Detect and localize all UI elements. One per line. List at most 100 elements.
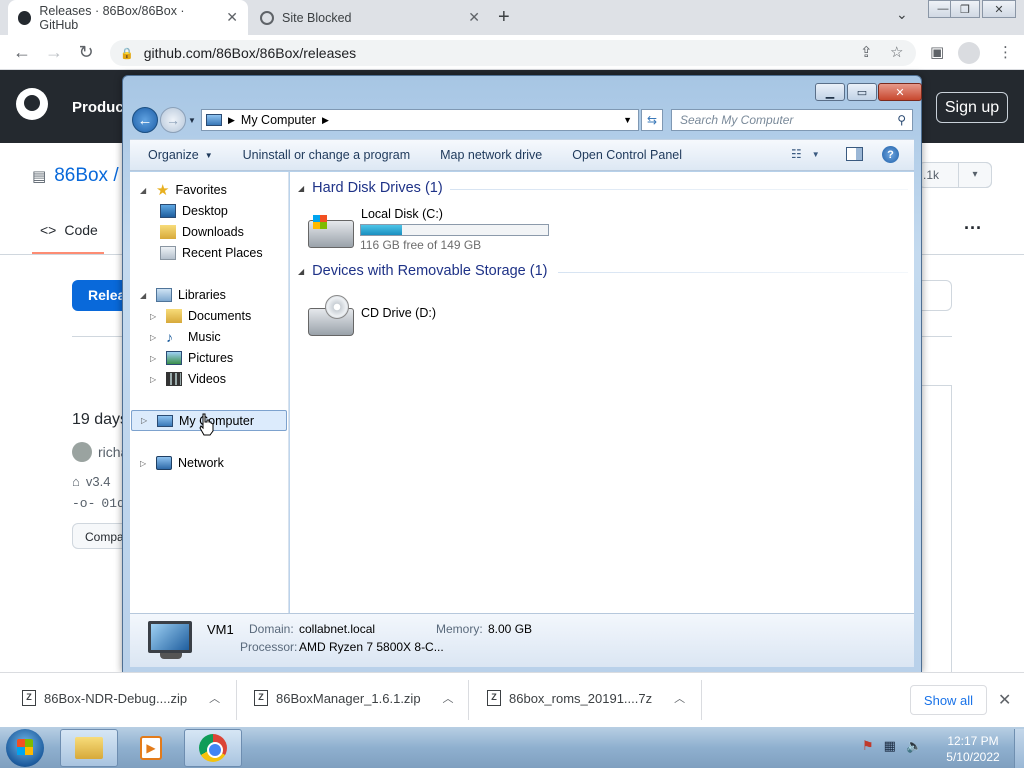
release-tag[interactable]: ⌂ v3.4 [72, 474, 110, 489]
signup-button[interactable]: Sign up [936, 92, 1008, 123]
star-icon: ★ [156, 182, 170, 199]
change-view-button[interactable]: ☷ ▼ [791, 147, 820, 161]
products-menu[interactable]: Produc [72, 99, 124, 116]
breadcrumb-separator-icon[interactable]: ▶ [228, 115, 235, 126]
side-panel-icon[interactable]: ▣ [930, 43, 944, 61]
collapse-group-icon[interactable]: ◢ [298, 184, 304, 193]
collapsed-arrow-icon[interactable]: ▷ [150, 375, 160, 384]
group-hard-disk-drives[interactable]: ◢ Hard Disk Drives (1) [298, 180, 443, 196]
tab-site-blocked[interactable]: Site Blocked ✕ [250, 0, 490, 35]
explorer-address-bar[interactable]: ▶ My Computer ▶ ▼ [201, 109, 639, 131]
nav-favorites[interactable]: ◢ ★ Favorites [140, 180, 227, 200]
tab-code[interactable]: <> Code [40, 222, 98, 238]
more-icon[interactable]: ··· [964, 218, 982, 239]
organize-label: Organize [148, 148, 199, 162]
reload-icon[interactable]: ↻ [76, 42, 96, 63]
downloads-folder-icon [160, 225, 176, 239]
start-button[interactable] [6, 729, 44, 767]
back-icon[interactable]: ← [12, 42, 32, 63]
collapsed-arrow-icon[interactable]: ▷ [150, 312, 160, 321]
address-dropdown-icon[interactable]: ▼ [623, 115, 632, 125]
show-desktop-button[interactable] [1014, 729, 1024, 768]
search-icon[interactable]: ⚲ [897, 113, 906, 127]
close-downloads-bar-icon[interactable]: ✕ [998, 690, 1011, 710]
menu-kebab-icon[interactable]: ⋮ [998, 43, 1013, 61]
maximize-browser-button[interactable]: ❐ [950, 0, 980, 18]
collapsed-arrow-icon[interactable]: ▷ [150, 354, 160, 363]
tab-releases[interactable]: Releases · 86Box/86Box · GitHub ✕ [8, 0, 248, 35]
forward-icon[interactable]: → [160, 107, 186, 133]
tab-search-icon[interactable]: ⌄ [896, 6, 908, 23]
map-network-drive-button[interactable]: Map network drive [440, 148, 542, 162]
drive-c-name[interactable]: Local Disk (C:) [361, 207, 443, 221]
release-date: 19 days [72, 411, 129, 428]
open-control-panel-button[interactable]: Open Control Panel [572, 148, 682, 162]
minimize-window-button[interactable]: ▁ [815, 83, 845, 101]
drive-d-name[interactable]: CD Drive (D:) [361, 306, 436, 320]
download-name: 86BoxManager_1.6.1.zip [276, 690, 421, 706]
bookmark-star-icon[interactable]: ☆ [890, 43, 903, 61]
action-center-icon[interactable]: ⚑ [862, 738, 874, 754]
close-tab-icon[interactable]: ✕ [468, 9, 480, 26]
uninstall-program-button[interactable]: Uninstall or change a program [243, 148, 410, 162]
group-removable-storage[interactable]: ◢ Devices with Removable Storage (1) [298, 263, 547, 279]
search-releases-input[interactable] [922, 280, 952, 311]
volume-icon[interactable]: 🔈 [906, 738, 922, 754]
breadcrumb-separator-icon[interactable]: ▶ [322, 115, 329, 126]
collapsed-arrow-icon[interactable]: ▷ [141, 416, 151, 425]
nav-recent-places[interactable]: Recent Places [160, 243, 263, 263]
address-bar[interactable]: 🔒 github.com/86Box/86Box/releases [110, 40, 916, 66]
hard-drive-icon[interactable] [308, 215, 354, 248]
download-item[interactable]: Z 86BoxManager_1.6.1.zip ︿ [254, 690, 454, 706]
maximize-window-button[interactable]: ▭ [847, 83, 877, 101]
recent-pages-icon[interactable]: ▼ [188, 116, 196, 125]
nav-downloads[interactable]: Downloads [160, 222, 244, 242]
computer-icon [157, 414, 173, 427]
expanded-arrow-icon[interactable]: ◢ [140, 186, 150, 195]
back-icon[interactable]: ← [132, 107, 158, 133]
explorer-search-input[interactable]: Search My Computer ⚲ [671, 109, 913, 131]
nav-libraries[interactable]: ◢ Libraries [140, 285, 226, 305]
repo-owner-link[interactable]: 86Box / [54, 165, 118, 187]
organize-button[interactable]: Organize ▼ [148, 148, 213, 162]
expanded-arrow-icon[interactable]: ◢ [140, 291, 150, 300]
forward-icon[interactable]: → [44, 42, 64, 63]
collapse-group-icon[interactable]: ◢ [298, 267, 304, 276]
collapsed-arrow-icon[interactable]: ▷ [150, 333, 160, 342]
nav-videos[interactable]: ▷ Videos [150, 369, 226, 389]
close-tab-icon[interactable]: ✕ [226, 9, 238, 26]
download-item[interactable]: Z 86Box-NDR-Debug....zip ︿ [22, 690, 220, 706]
release-author[interactable]: richa [72, 442, 128, 462]
preview-pane-icon[interactable] [846, 147, 863, 161]
cd-drive-icon[interactable] [308, 295, 354, 336]
clock[interactable]: 12:17 PM 5/10/2022 [944, 733, 1002, 765]
close-browser-button[interactable]: ✕ [982, 0, 1016, 18]
nav-music[interactable]: ▷ ♪ Music [150, 327, 221, 347]
nav-pictures[interactable]: ▷ Pictures [150, 348, 233, 368]
taskbar-chrome-button[interactable] [184, 729, 242, 767]
nav-documents[interactable]: ▷ Documents [150, 306, 251, 326]
share-icon[interactable]: ⇪ [860, 43, 873, 61]
tab-title: Releases · 86Box/86Box · GitHub [39, 3, 185, 32]
new-tab-button[interactable]: + [498, 6, 510, 29]
star-dropdown-icon[interactable]: ▾ [958, 162, 992, 188]
avatar [72, 442, 92, 462]
refresh-icon[interactable]: ⇆ [641, 109, 663, 131]
chevron-up-icon[interactable]: ︿ [209, 690, 220, 706]
download-name: 86Box-NDR-Debug....zip [44, 690, 188, 706]
close-window-button[interactable]: ✕ [878, 83, 922, 101]
taskbar-media-player-button[interactable]: ▶ [122, 729, 180, 767]
show-all-downloads-button[interactable]: Show all [910, 685, 987, 715]
nav-network[interactable]: ▷ Network [140, 453, 224, 473]
network-tray-icon[interactable]: ▦ [884, 738, 896, 754]
chevron-up-icon[interactable]: ︿ [443, 690, 454, 706]
profile-avatar-icon[interactable] [958, 42, 980, 64]
download-item[interactable]: Z 86box_roms_20191....7z ︿ [487, 690, 685, 706]
chevron-up-icon[interactable]: ︿ [674, 690, 685, 706]
breadcrumb-my-computer[interactable]: My Computer [241, 113, 316, 127]
help-icon[interactable]: ? [882, 146, 899, 163]
github-logo-icon[interactable] [16, 88, 48, 120]
collapsed-arrow-icon[interactable]: ▷ [140, 459, 150, 468]
nav-desktop[interactable]: Desktop [160, 201, 228, 221]
taskbar-explorer-button[interactable] [60, 729, 118, 767]
